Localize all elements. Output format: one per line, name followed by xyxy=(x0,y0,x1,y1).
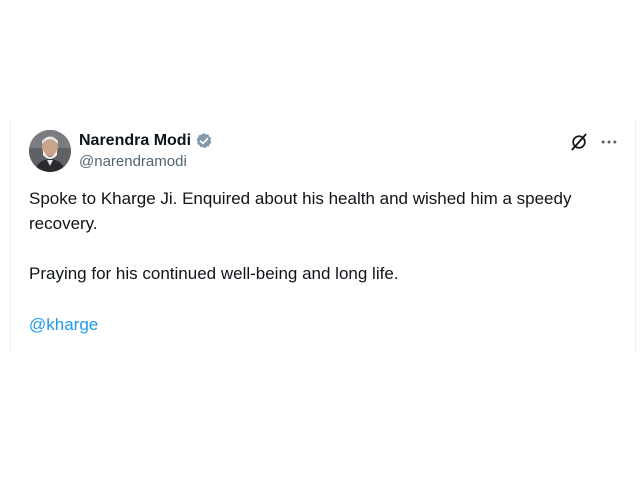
avatar[interactable] xyxy=(29,130,71,172)
more-options-icon[interactable] xyxy=(599,132,619,152)
grok-icon[interactable] xyxy=(569,132,589,152)
tweet-paragraph-1: Spoke to Kharge Ji. Enquired about his h… xyxy=(29,189,572,233)
tweet-card: Narendra Modi @narendramodi Spoke to Kha… xyxy=(10,122,636,350)
author-name-row: Narendra Modi xyxy=(79,132,213,150)
author-handle[interactable]: @narendramodi xyxy=(79,153,187,170)
tweet-body: Spoke to Kharge Ji. Enquired about his h… xyxy=(29,186,619,337)
verified-badge-icon xyxy=(195,132,213,150)
tweet-actions xyxy=(569,132,619,152)
author-name[interactable]: Narendra Modi xyxy=(79,132,191,150)
tweet-paragraph-2: Praying for his continued well-being and… xyxy=(29,264,399,283)
mention-link[interactable]: @kharge xyxy=(29,315,98,334)
